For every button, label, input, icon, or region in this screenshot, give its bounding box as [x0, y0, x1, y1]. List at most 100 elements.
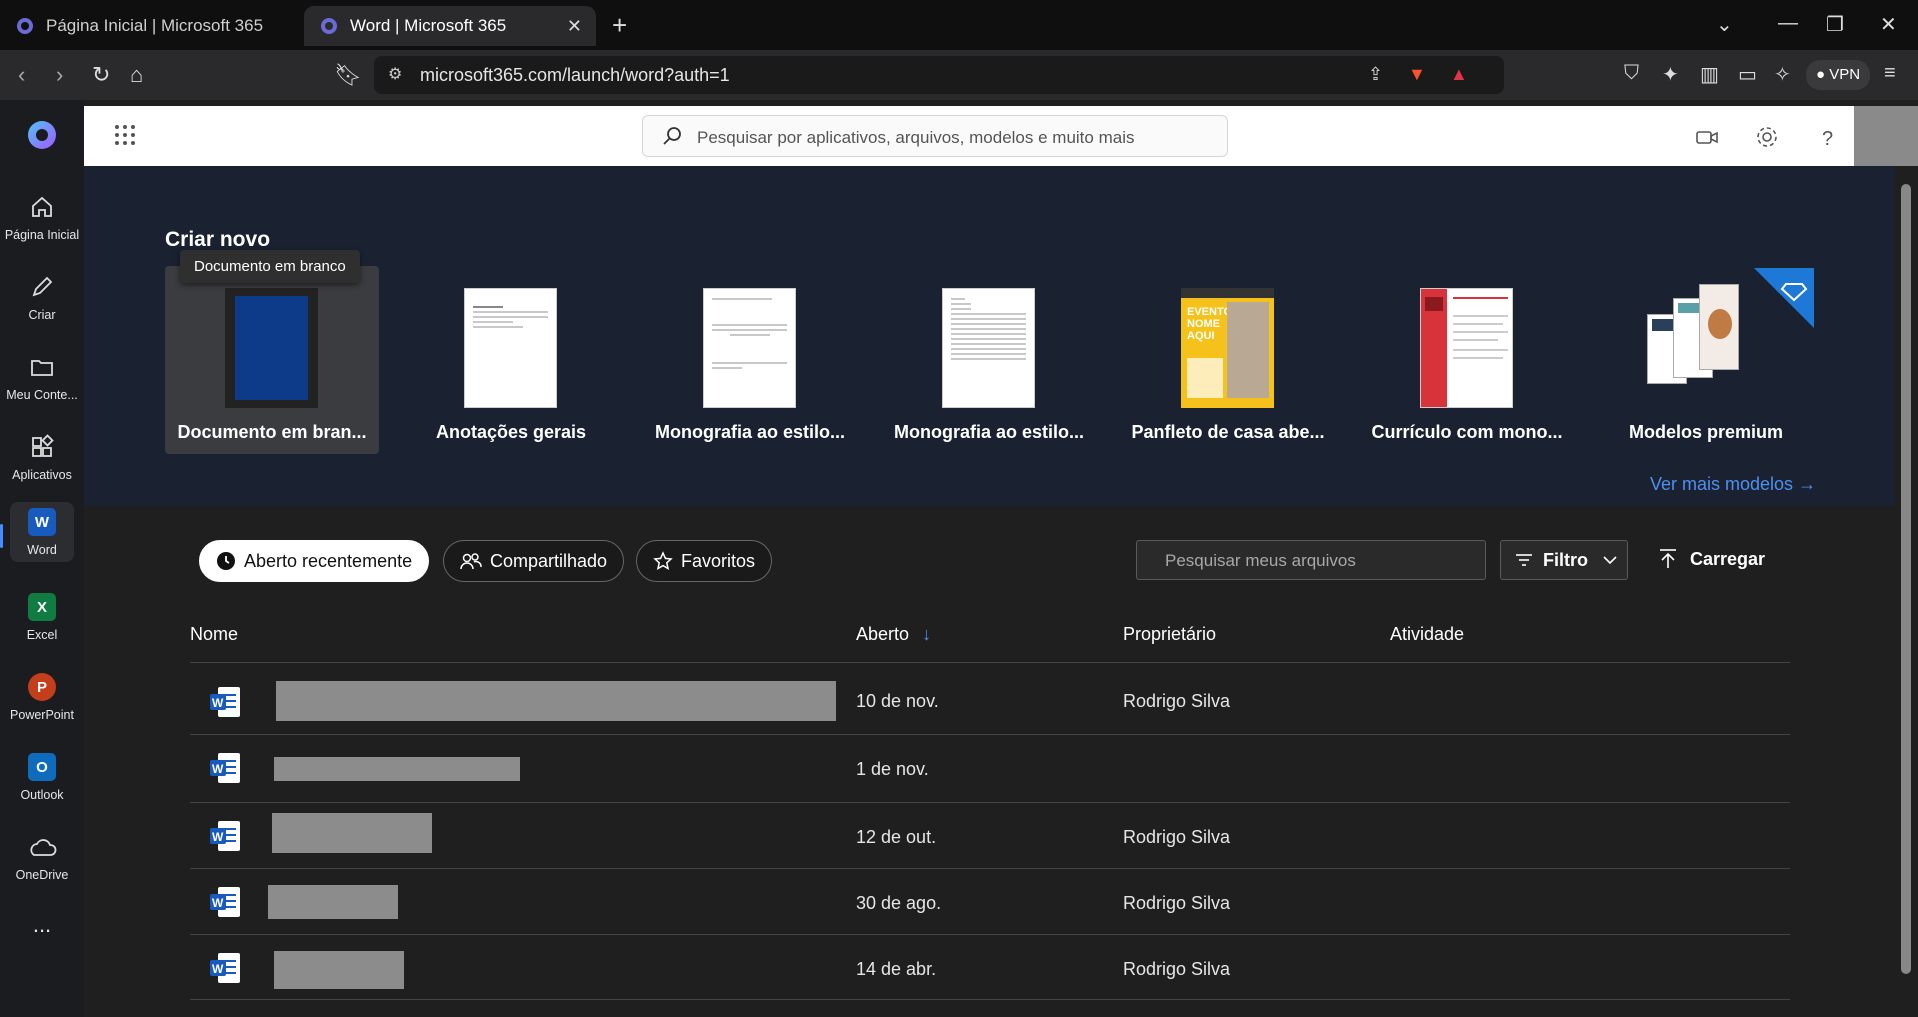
template-resume-monogram[interactable]: Currículo com mono...	[1360, 266, 1574, 454]
table-row[interactable]: W 30 de ago. Rodrigo Silva	[190, 868, 1790, 934]
tab-list-chevron-icon[interactable]: ⌄	[1716, 12, 1733, 37]
app-header: Pesquisar por aplicativos, arquivos, mod…	[84, 106, 1854, 166]
template-label: Panfleto de casa abe...	[1131, 422, 1325, 442]
column-header-opened[interactable]: Aberto ↓	[856, 624, 931, 645]
restore-icon[interactable]: ❐	[1826, 12, 1844, 37]
close-window-icon[interactable]: ✕	[1880, 12, 1897, 37]
address-bar[interactable]: ⚙ microsoft365.com/launch/word?auth=1 ⇪ …	[374, 56, 1504, 94]
menu-icon[interactable]: ≡	[1884, 62, 1896, 85]
site-settings-icon[interactable]: ⚙	[388, 64, 402, 84]
global-search-input[interactable]: Pesquisar por aplicativos, arquivos, mod…	[642, 115, 1228, 157]
home-icon[interactable]: ⌂	[130, 62, 143, 88]
template-label: Monografia ao estilo...	[893, 422, 1085, 442]
see-more-templates-link[interactable]: Ver mais modelos →	[1650, 474, 1816, 495]
opened-date: 1 de nov.	[856, 759, 929, 779]
search-placeholder: Pesquisar por aplicativos, arquivos, mod…	[697, 128, 1135, 147]
rail-item-create[interactable]: Criar	[2, 262, 82, 332]
rail-item-home[interactable]: Página Inicial	[2, 182, 82, 252]
table-row[interactable]: W 14 de abr. Rodrigo Silva	[190, 934, 1790, 1000]
filter-label: Filtro	[1543, 549, 1588, 570]
table-row[interactable]: W 1 de nov.	[190, 734, 1790, 802]
minimize-icon[interactable]: —	[1778, 12, 1798, 35]
table-row[interactable]: W 12 de out. Rodrigo Silva	[190, 802, 1790, 868]
file-search-input[interactable]: Pesquisar meus arquivos	[1136, 540, 1486, 580]
upload-button[interactable]: Carregar	[1658, 548, 1765, 570]
tab-label: Favoritos	[681, 550, 756, 571]
template-monograph-2[interactable]: Monografia ao estilo...	[882, 266, 1096, 454]
tab-label: Aberto recentemente	[244, 550, 413, 571]
sort-down-arrow-icon: ↓	[922, 624, 932, 644]
template-label: Monografia ao estilo...	[654, 422, 846, 442]
new-tab-icon[interactable]: +	[612, 10, 627, 41]
column-header-owner[interactable]: Proprietário	[1123, 624, 1216, 645]
template-monograph-1[interactable]: Monografia ao estilo...	[643, 266, 857, 454]
template-thumbnail	[1420, 288, 1513, 408]
bitwarden-icon[interactable]: ⛉	[1624, 62, 1639, 85]
rail-item-my-content[interactable]: Meu Conte...	[2, 342, 82, 412]
close-tab-icon[interactable]: ✕	[567, 16, 582, 37]
tab-favorites[interactable]: Favoritos	[636, 540, 773, 582]
scrollbar-thumb[interactable]	[1901, 184, 1911, 974]
forward-icon[interactable]: ›	[56, 62, 63, 88]
rail-item-word[interactable]: W Word	[0, 502, 74, 562]
m365-logo-icon	[28, 121, 56, 149]
help-icon[interactable]: ?	[1814, 124, 1840, 150]
url-text: microsoft365.com/launch/word?auth=1	[420, 65, 730, 85]
wallet-icon[interactable]: ▭	[1738, 62, 1757, 87]
page-scrollbar[interactable]	[1894, 166, 1918, 1017]
vpn-button[interactable]: ● VPN	[1806, 60, 1871, 90]
tab-shared[interactable]: Compartilhado	[443, 540, 625, 582]
opened-date: 12 de out.	[856, 827, 937, 847]
apps-icon	[27, 432, 57, 462]
template-blank-document[interactable]: Documento em bran...	[165, 266, 379, 454]
tooltip: Documento em branco	[180, 250, 360, 283]
profile-avatar[interactable]	[1854, 106, 1918, 166]
brave-rewards-icon[interactable]: ▲	[1450, 64, 1468, 85]
sidebar-icon[interactable]: ▥	[1700, 62, 1719, 87]
column-header-activity[interactable]: Atividade	[1390, 624, 1464, 645]
camera-icon[interactable]	[1694, 124, 1720, 150]
word-document-icon: W	[210, 821, 240, 851]
section-title: Criar novo	[165, 228, 271, 251]
share-icon[interactable]: ⇪	[1368, 64, 1383, 85]
premium-thumbnails	[1643, 284, 1763, 404]
reload-icon[interactable]: ↻	[92, 62, 110, 88]
vpn-label: VPN	[1829, 66, 1861, 83]
svg-text:W: W	[212, 830, 224, 844]
template-open-house-flyer[interactable]: EVENTO NOME AQUI Panfleto de casa abe...	[1121, 266, 1335, 454]
extensions-icon[interactable]: ✦	[1662, 62, 1679, 87]
rail-label: OneDrive	[15, 868, 69, 882]
template-general-notes[interactable]: Anotações gerais	[404, 266, 618, 454]
rail-item-powerpoint[interactable]: P PowerPoint	[2, 662, 82, 732]
rail-item-apps[interactable]: Aplicativos	[2, 422, 82, 492]
browser-tab[interactable]: Página Inicial | Microsoft 365	[0, 6, 300, 46]
settings-gear-icon[interactable]	[1754, 124, 1780, 150]
upload-label: Carregar	[1690, 548, 1766, 569]
browser-tab-active[interactable]: Word | Microsoft 365 ✕	[304, 6, 596, 46]
app-launcher-icon[interactable]	[114, 124, 136, 146]
leo-ai-icon[interactable]: ✧	[1774, 62, 1791, 87]
star-icon	[653, 551, 673, 570]
back-icon[interactable]: ‹	[18, 62, 25, 88]
word-document-icon: W	[210, 953, 240, 983]
outlook-icon: O	[27, 752, 57, 782]
rail-item-excel[interactable]: X Excel	[2, 582, 82, 652]
more-apps-button[interactable]: ...	[2, 900, 82, 950]
owner-name: Rodrigo Silva	[1123, 893, 1231, 913]
browser-tab-strip: Página Inicial | Microsoft 365 Word | Mi…	[0, 0, 1918, 50]
opened-date: 30 de ago.	[856, 893, 942, 913]
rail-item-onedrive[interactable]: OneDrive	[2, 822, 82, 892]
tab-label: Compartilhado	[490, 550, 608, 571]
table-row[interactable]: W 10 de nov. Rodrigo Silva	[190, 662, 1790, 734]
cloud-icon	[27, 832, 57, 862]
rail-item-outlook[interactable]: O Outlook	[2, 742, 82, 812]
m365-logo[interactable]	[2, 100, 82, 170]
brave-shields-icon[interactable]: ▼	[1408, 64, 1426, 85]
template-thumbnail	[225, 288, 318, 408]
powerpoint-icon: P	[27, 672, 57, 702]
filter-button[interactable]: Filtro	[1500, 540, 1628, 580]
svg-text:?: ?	[1822, 128, 1833, 150]
tab-recently-opened[interactable]: Aberto recentemente	[199, 540, 430, 582]
bookmark-icon[interactable]: 🔖︎	[334, 62, 362, 88]
column-header-name[interactable]: Nome	[190, 624, 238, 645]
